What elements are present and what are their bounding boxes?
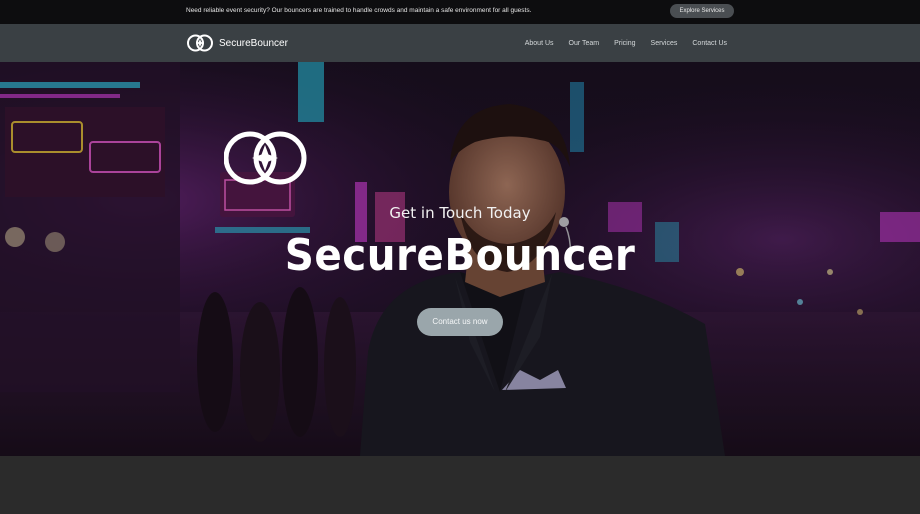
brand-link[interactable]: SecureBouncer [186,32,288,54]
explore-services-button[interactable]: Explore Services [670,4,734,18]
announcement-text: Need reliable event security? Our bounce… [186,7,532,14]
hero-title: SecureBouncer [284,230,636,281]
nav-about-us[interactable]: About Us [525,40,554,47]
hero-section: Get in Touch Today SecureBouncer Contact… [0,62,920,456]
contact-us-now-button[interactable]: Contact us now [417,308,503,336]
nav-services[interactable]: Services [651,40,678,47]
nav-pricing[interactable]: Pricing [614,40,635,47]
nav-our-team[interactable]: Our Team [569,40,600,47]
page-lower-section [0,456,920,514]
navbar: SecureBouncer About Us Our Team Pricing … [0,24,920,62]
hero-subtitle: Get in Touch Today [389,204,531,222]
announcement-bar: Need reliable event security? Our bounce… [0,0,920,24]
main-nav: About Us Our Team Pricing Services Conta… [510,24,727,62]
brand-name: SecureBouncer [219,37,288,49]
securebouncer-logo-icon [187,34,213,52]
nav-contact-us[interactable]: Contact Us [692,40,727,47]
securebouncer-hero-logo-icon [224,131,307,185]
